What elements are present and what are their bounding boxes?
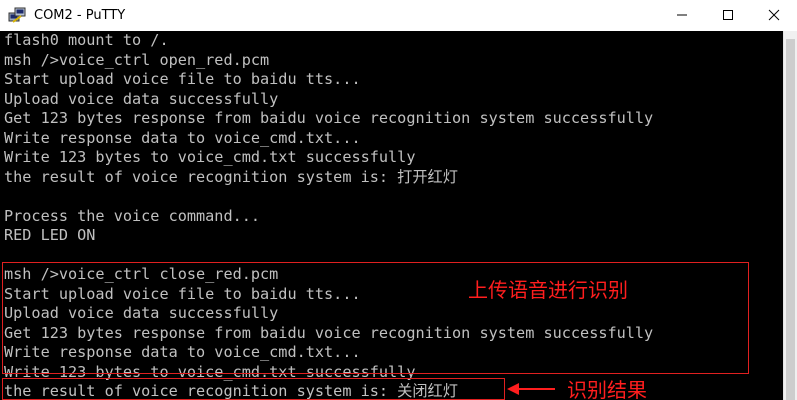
arrow-left-icon <box>507 383 555 395</box>
title-bar[interactable]: COM2 - PuTTY <box>0 0 797 30</box>
terminal-line: RED LED ON <box>4 226 96 244</box>
terminal-output[interactable]: flash0 mount to /. msh />voice_ctrl open… <box>0 31 783 400</box>
putty-icon[interactable] <box>8 6 26 24</box>
upload-annotation-label: 上传语音进行识别 <box>468 278 628 302</box>
terminal-line: msh />voice_ctrl open_red.pcm <box>4 50 270 69</box>
scrollbar-thumb[interactable] <box>786 39 795 400</box>
terminal-line: Get 123 bytes response from baidu voice … <box>4 109 654 127</box>
vertical-scrollbar[interactable] <box>783 31 797 400</box>
window-controls <box>659 0 797 30</box>
terminal-line: Start upload voice file to baidu tts... <box>4 70 361 88</box>
terminal-line: flash0 mount to /. <box>4 31 169 49</box>
result-annotation-box <box>2 378 505 400</box>
upload-annotation-box <box>2 262 749 374</box>
terminal-line: Process the voice command... <box>4 206 261 225</box>
terminal-line: Write 123 bytes to voice_cmd.txt success… <box>4 148 416 166</box>
result-annotation-label: 识别结果 <box>567 378 647 400</box>
maximize-icon <box>723 10 733 20</box>
maximize-button[interactable] <box>705 0 751 30</box>
terminal-line: the result of voice recognition system i… <box>4 167 458 186</box>
minimize-button[interactable] <box>659 0 705 30</box>
terminal-line: Upload voice data successfully <box>4 89 279 108</box>
minimize-icon <box>677 14 687 16</box>
window-title: COM2 - PuTTY <box>34 7 126 23</box>
close-icon <box>768 9 780 21</box>
close-button[interactable] <box>751 0 797 30</box>
terminal-line: Write response data to voice_cmd.txt... <box>4 128 361 147</box>
